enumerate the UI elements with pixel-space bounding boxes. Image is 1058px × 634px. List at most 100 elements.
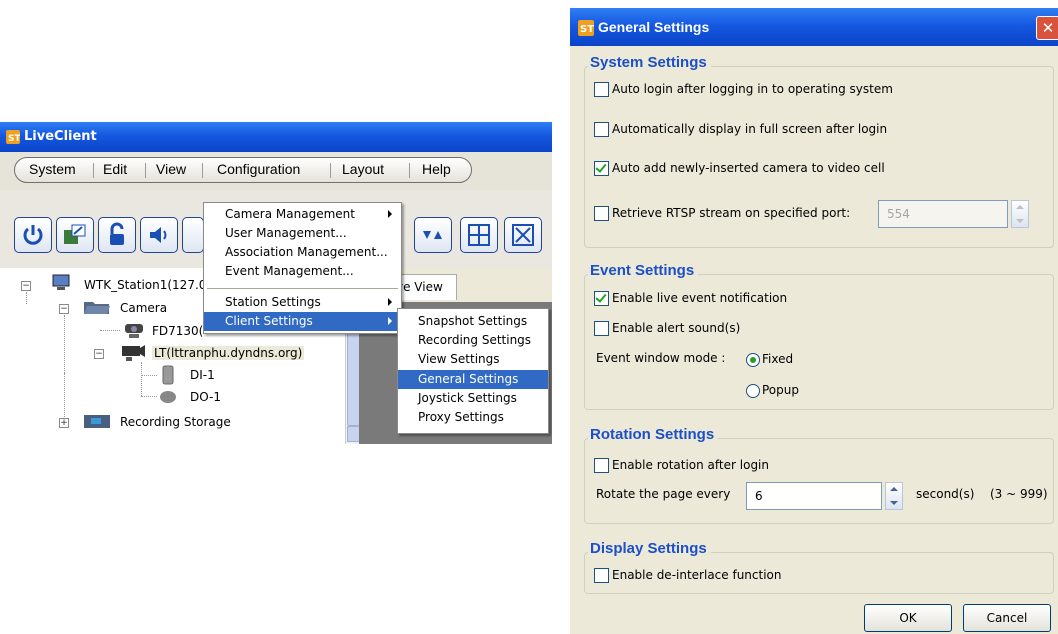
rotation-unit-label: second(s) [916, 487, 975, 501]
tree-expand-toggle[interactable]: + [59, 418, 69, 428]
grid-icon [468, 224, 490, 246]
menu-item-joystick-settings[interactable]: Joystick Settings [398, 389, 548, 408]
fullscreen-label: Automatically display in full screen aft… [612, 122, 888, 136]
dialog-title: General Settings [598, 19, 710, 35]
client-settings-submenu: Snapshot Settings Recording Settings Vie… [397, 308, 549, 434]
menu-item-association-management[interactable]: Association Management... [204, 243, 401, 262]
toolbar-button-partial[interactable] [182, 217, 204, 253]
tree-di[interactable]: DI-1 [190, 368, 215, 382]
rotation-interval-spinner[interactable] [885, 482, 903, 510]
menu-item-camera-management[interactable]: Camera Management [204, 205, 401, 224]
popup-radio[interactable] [746, 384, 760, 398]
lock-icon [110, 222, 124, 245]
fixed-radio[interactable] [746, 353, 760, 367]
deinterlace-label: Enable de-interlace function [612, 568, 782, 582]
power-icon [23, 225, 43, 245]
export-button[interactable] [56, 217, 94, 253]
menu-item-general-settings[interactable]: General Settings [398, 370, 548, 389]
svg-text:ST: ST [8, 134, 20, 144]
camera-icon [125, 324, 143, 338]
auto-login-checkbox[interactable] [594, 82, 609, 97]
cancel-button[interactable]: Cancel [963, 604, 1051, 632]
app-logo-icon: ST [578, 20, 594, 36]
rotation-enable-label: Enable rotation after login [612, 458, 769, 472]
menu-item-snapshot-settings[interactable]: Snapshot Settings [398, 312, 548, 331]
computer-icon [52, 274, 70, 290]
fullscreen-button[interactable] [504, 217, 542, 253]
rotation-range-label: (3 ~ 999) [990, 487, 1048, 501]
menu-layout[interactable]: Layout [342, 161, 384, 177]
menu-item-proxy-settings[interactable]: Proxy Settings [398, 408, 548, 427]
menu-edit[interactable]: Edit [103, 161, 127, 177]
system-settings-heading: System Settings [588, 54, 711, 71]
fullscreen-checkbox[interactable] [594, 122, 609, 137]
rotation-settings-group [584, 438, 1054, 524]
ok-button[interactable]: OK [864, 604, 952, 632]
liveclient-titlebar: ST LiveClient [0, 122, 552, 152]
close-button[interactable]: ✕ [1036, 16, 1058, 40]
rtsp-port-value: 554 [887, 207, 910, 221]
menu-item-station-settings[interactable]: Station Settings [204, 293, 401, 312]
general-settings-dialog: ST General Settings ✕ System Settings Au… [570, 8, 1058, 634]
ptz-icon [423, 231, 442, 239]
layout-button[interactable] [460, 217, 498, 253]
auto-add-camera-checkbox[interactable] [594, 161, 609, 176]
tree-recording-storage[interactable]: Recording Storage [120, 415, 231, 429]
speaker-icon [150, 227, 167, 243]
submenu-arrow-icon [388, 210, 392, 218]
storage-folder-icon [84, 415, 110, 428]
event-window-mode-label: Event window mode : [596, 351, 726, 365]
menubar: System Edit View Configuration Layout He… [0, 152, 552, 190]
menu-configuration[interactable]: Configuration [217, 161, 300, 177]
dialog-titlebar: ST General Settings ✕ [570, 8, 1058, 46]
tree-collapse-toggle[interactable]: − [21, 281, 31, 291]
auto-login-label: Auto login after logging in to operating… [612, 82, 893, 96]
dialog-body: System Settings Auto login after logging… [574, 46, 1054, 634]
rtsp-port-spinner[interactable] [1011, 200, 1029, 228]
tree-collapse-toggle[interactable]: − [94, 349, 104, 359]
configuration-menu: Camera Management User Management... Ass… [203, 202, 402, 334]
live-event-notification-label: Enable live event notification [612, 291, 788, 305]
rotation-interval-field[interactable]: 6 [746, 482, 882, 510]
fullscreen-icon [512, 224, 534, 246]
menu-item-user-management[interactable]: User Management... [204, 224, 401, 243]
menu-item-event-management[interactable]: Event Management... [204, 262, 401, 281]
menu-item-view-settings[interactable]: View Settings [398, 350, 548, 369]
tree-camera-group[interactable]: Camera [120, 301, 167, 315]
menu-system[interactable]: System [29, 161, 76, 177]
auto-add-camera-label: Auto add newly-inserted camera to video … [612, 161, 885, 175]
rotate-page-label: Rotate the page every [596, 487, 731, 501]
deinterlace-checkbox[interactable] [594, 568, 609, 583]
rtsp-label: Retrieve RTSP stream on specified port: [612, 206, 851, 220]
alert-sound-checkbox[interactable] [594, 321, 609, 336]
digital-output-icon [160, 391, 176, 403]
menu-item-recording-settings[interactable]: Recording Settings [398, 331, 548, 350]
rotation-settings-heading: Rotation Settings [588, 426, 719, 443]
display-settings-heading: Display Settings [588, 540, 711, 557]
rotation-enable-checkbox[interactable] [594, 458, 609, 473]
lock-button[interactable] [98, 217, 136, 253]
app-logo-icon: ST [6, 130, 20, 144]
liveclient-window: ST LiveClient System Edit View Configura… [0, 122, 552, 444]
camera-lt-icon [122, 345, 145, 361]
rtsp-checkbox[interactable] [594, 206, 609, 221]
menu-help[interactable]: Help [422, 161, 451, 177]
export-icon [64, 224, 86, 244]
ptz-button[interactable] [414, 217, 452, 253]
tree-do[interactable]: DO-1 [190, 390, 221, 404]
menu-pill: System Edit View Configuration Layout He… [14, 157, 472, 183]
menu-item-client-settings[interactable]: Client Settings [204, 312, 401, 331]
rtsp-port-field[interactable]: 554 [878, 200, 1008, 228]
tree-station[interactable]: WTK_Station1(127.0 [84, 278, 206, 292]
live-event-notification-checkbox[interactable] [594, 291, 609, 306]
tree-camera-fd7130[interactable]: FD7130( [152, 324, 203, 338]
audio-button[interactable] [140, 217, 178, 253]
menu-view[interactable]: View [156, 161, 186, 177]
close-icon: ✕ [1041, 19, 1055, 37]
tree-camera-lt[interactable]: LT(lttranphu.dyndns.org) [152, 346, 305, 360]
submenu-arrow-icon [388, 298, 392, 306]
popup-label: Popup [762, 383, 799, 397]
liveclient-title: LiveClient [24, 129, 97, 144]
tree-collapse-toggle[interactable]: − [59, 304, 69, 314]
power-button[interactable] [14, 217, 52, 253]
